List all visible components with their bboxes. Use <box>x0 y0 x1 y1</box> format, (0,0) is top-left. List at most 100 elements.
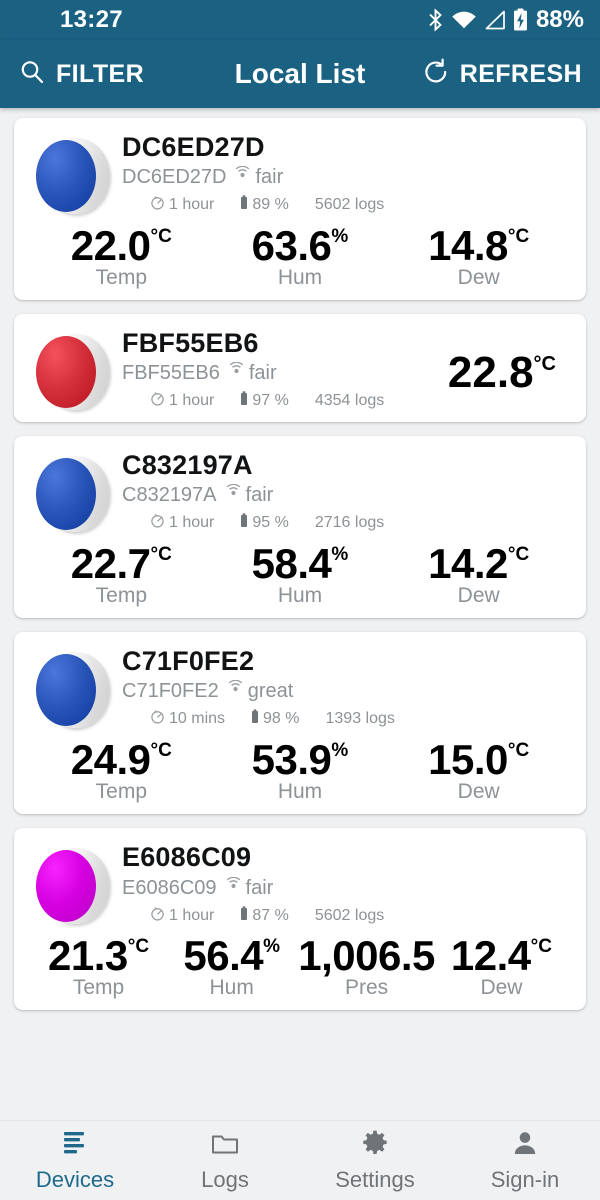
device-log-count: 1393 logs <box>325 710 395 728</box>
reading-temp: 22.7 °C Temp <box>32 541 211 608</box>
refresh-button[interactable]: REFRESH <box>422 58 582 91</box>
refresh-label: REFRESH <box>459 59 582 88</box>
signal-quality-icon <box>227 679 244 703</box>
battery-icon <box>240 513 248 533</box>
nav-item-settings[interactable]: Settings <box>300 1129 450 1193</box>
device-card[interactable]: DC6ED27D DC6ED27D fair 1 hour 89 % 5602 … <box>14 118 586 301</box>
wifi-icon <box>451 10 477 30</box>
refresh-icon <box>422 58 450 91</box>
device-subtitle: C71F0FE2 great <box>122 679 572 703</box>
nav-item-logs[interactable]: Logs <box>150 1129 300 1193</box>
device-card[interactable]: FBF55EB6 FBF55EB6 fair 1 hour 97 % 4354 … <box>14 314 586 423</box>
reading-unit: % <box>263 936 281 958</box>
reading-value: 14.8 <box>428 222 508 269</box>
device-list[interactable]: DC6ED27D DC6ED27D fair 1 hour 89 % 5602 … <box>0 108 600 1120</box>
device-card[interactable]: C71F0FE2 C71F0FE2 great 10 mins 98 % 139… <box>14 632 586 815</box>
device-meta: 1 hour 87 % 5602 logs <box>122 905 572 926</box>
app-root: 13:27 88% FILTER Local List REFRESH DC6E… <box>0 0 600 1200</box>
device-battery: 89 % <box>240 195 289 215</box>
reading-hum: 53.9 % Hum <box>211 738 390 804</box>
reading-dew: 15.0 °C Dew <box>389 738 568 804</box>
reading-unit: °C <box>150 740 172 762</box>
reading-unit: °C <box>150 226 172 247</box>
puck-face <box>36 458 96 531</box>
puck-face <box>36 336 96 409</box>
battery-label: 98 % <box>263 710 300 728</box>
device-puck-image <box>36 136 110 216</box>
device-card[interactable]: E6086C09 E6086C09 fair 1 hour 87 % 5602 … <box>14 828 586 1011</box>
device-log-count: 4354 logs <box>314 392 385 410</box>
device-readings-row: 22.0 °C Temp 63.6 % Hum 14.8 °C Dew <box>28 222 572 290</box>
interval-label: 1 hour <box>169 906 215 924</box>
list-icon <box>60 1129 90 1162</box>
device-name: FBF55EB6 <box>122 328 259 359</box>
reading-label: Temp <box>95 584 148 608</box>
device-card[interactable]: C832197A C832197A fair 1 hour 95 % 2716 … <box>14 436 586 619</box>
device-info: DC6ED27D DC6ED27D fair 1 hour 89 % 5602 … <box>122 130 572 215</box>
status-clock: 13:27 <box>60 6 123 33</box>
device-puck-image <box>36 454 110 534</box>
device-log-count: 2716 logs <box>314 514 385 532</box>
device-meta: 1 hour 89 % 5602 logs <box>122 195 572 215</box>
signal-quality-label: fair <box>245 484 274 507</box>
nav-item-label: Sign-in <box>490 1166 560 1192</box>
battery-percent-label: 88% <box>535 6 584 33</box>
device-interval: 1 hour <box>150 906 214 926</box>
reading-label: Hum <box>277 266 323 290</box>
interval-label: 10 mins <box>169 710 226 728</box>
device-puck-image <box>36 332 110 412</box>
device-battery: 98 % <box>251 709 300 729</box>
folder-icon <box>210 1129 240 1162</box>
puck-face <box>36 140 96 212</box>
bluetooth-icon <box>427 8 444 32</box>
reading-value: 63.6 <box>251 222 332 269</box>
reading-label: Dew <box>457 266 500 290</box>
reading-label: Hum <box>277 584 323 608</box>
device-name: C71F0FE2 <box>122 646 255 677</box>
puck-face <box>36 850 96 923</box>
device-signal-quality: fair <box>225 483 274 507</box>
battery-icon <box>240 391 248 411</box>
device-interval: 1 hour <box>150 513 214 533</box>
device-battery: 97 % <box>240 391 289 411</box>
device-subtitle: E6086C09 fair <box>122 876 572 900</box>
interval-timer-icon <box>150 195 165 215</box>
device-primary-temperature: 22.8 °C <box>448 343 572 395</box>
gear-icon <box>360 1129 390 1162</box>
device-meta: 10 mins 98 % 1393 logs <box>122 709 572 729</box>
interval-label: 1 hour <box>169 514 215 532</box>
device-name: DC6ED27D <box>122 132 265 162</box>
device-subtitle: DC6ED27D fair <box>122 165 572 189</box>
filter-button[interactable]: FILTER <box>18 58 144 91</box>
reading-unit: % <box>331 740 349 762</box>
device-card-header: E6086C09 E6086C09 fair 1 hour 87 % 5602 … <box>28 840 572 926</box>
nav-item-sign-in[interactable]: Sign-in <box>450 1129 600 1193</box>
reading-dew: 12.4 °C Dew <box>435 934 568 1000</box>
device-puck-image <box>36 650 110 730</box>
signal-quality-icon <box>234 165 251 189</box>
device-readings-row: 24.9 °C Temp 53.9 % Hum 15.0 °C Dew <box>28 738 572 804</box>
nav-item-devices[interactable]: Devices <box>0 1129 150 1193</box>
battery-charging-icon <box>513 8 528 32</box>
reading-value: 24.9 <box>70 736 151 784</box>
reading-hum: 58.4 % Hum <box>211 541 390 608</box>
signal-quality-icon <box>228 361 245 385</box>
reading-value: 1,006.5 <box>298 932 435 980</box>
device-log-count: 5602 logs <box>314 906 385 924</box>
person-icon <box>510 1129 540 1162</box>
interval-label: 1 hour <box>169 196 215 214</box>
signal-quality-icon <box>225 876 242 900</box>
interval-timer-icon <box>150 709 165 729</box>
device-id: C71F0FE2 <box>122 680 219 703</box>
reading-value: 53.9 <box>251 736 332 784</box>
device-battery: 95 % <box>240 513 289 533</box>
reading-value: 12.4 <box>450 932 531 980</box>
reading-hum: 56.4 % Hum <box>165 934 298 1000</box>
reading-label: Temp <box>95 780 148 804</box>
device-id: E6086C09 <box>122 876 217 899</box>
device-name: C832197A <box>122 450 253 481</box>
device-signal-quality: great <box>227 679 293 703</box>
search-icon <box>18 58 46 91</box>
device-id: C832197A <box>122 484 217 507</box>
interval-timer-icon <box>150 513 165 533</box>
